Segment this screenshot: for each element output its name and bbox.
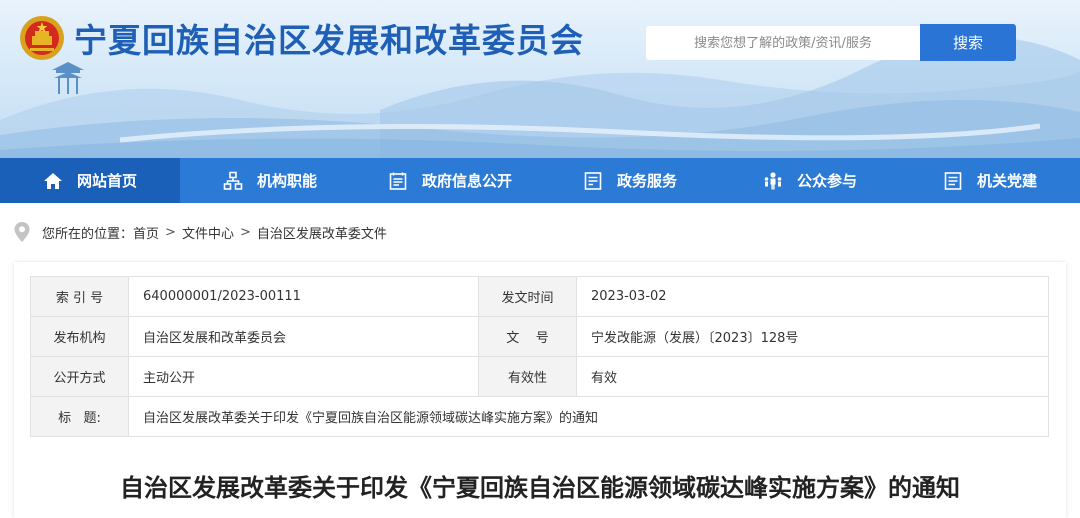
site-title[interactable]: 宁夏回族自治区发展和改革委员会 (74, 14, 584, 62)
search-button[interactable]: 搜索 (920, 24, 1016, 61)
search-input[interactable] (646, 26, 920, 60)
meta-label-validity: 有效性 (478, 356, 577, 397)
meta-label-disclosure: 公开方式 (30, 356, 129, 397)
meta-value-validity: 有效 (576, 356, 1049, 397)
nav-item-public-participation[interactable]: 公众参与 (720, 158, 900, 203)
meta-label-doc-number: 文 号 (478, 316, 577, 357)
nav-item-label: 政务服务 (616, 172, 677, 190)
document-list-icon (388, 171, 408, 191)
meta-value-index: 640000001/2023-00111 (128, 276, 479, 317)
main-nav: 网站首页 机构职能 政府信息公开 政务服务 公众参与 机关党建 (0, 158, 1080, 203)
meta-label-index: 索 引 号 (30, 276, 129, 317)
table-row: 公开方式 主动公开 有效性 有效 (30, 356, 1049, 397)
pavilion-icon (52, 62, 84, 94)
meta-label-title: 标 题: (30, 396, 129, 437)
table-row: 标 题: 自治区发展改革委关于印发《宁夏回族自治区能源领域碳达峰实施方案》的通知 (30, 396, 1049, 437)
nav-item-org[interactable]: 机构职能 (180, 158, 360, 203)
header-banner: 宁夏回族自治区发展和改革委员会 搜索 (0, 0, 1080, 158)
breadcrumb: 您所在的位置： 首页 > 文件中心 > 自治区发展改革委文件 (14, 222, 387, 242)
home-icon (43, 171, 63, 191)
service-list-icon (583, 171, 603, 191)
meta-value-title: 自治区发展改革委关于印发《宁夏回族自治区能源领域碳达峰实施方案》的通知 (128, 396, 1049, 437)
content-panel: 索 引 号 640000001/2023-00111 发文时间 2023-03-… (14, 262, 1066, 518)
breadcrumb-file-center-link[interactable]: 文件中心 (182, 223, 234, 242)
nav-item-label: 公众参与 (796, 172, 857, 190)
meta-label-date: 发文时间 (478, 276, 577, 317)
meta-label-publisher: 发布机构 (30, 316, 129, 357)
location-pin-icon (14, 222, 30, 242)
people-icon (763, 171, 783, 191)
meta-value-disclosure: 主动公开 (128, 356, 479, 397)
nav-item-label: 机构职能 (256, 172, 317, 190)
table-row: 发布机构 自治区发展和改革委员会 文 号 宁发改能源（发展）〔2023〕128号 (30, 316, 1049, 357)
meta-value-date: 2023-03-02 (576, 276, 1049, 317)
breadcrumb-current-link[interactable]: 自治区发展改革委文件 (257, 223, 387, 242)
document-title: 自治区发展改革委关于印发《宁夏回族自治区能源领域碳达峰实施方案》的通知 (120, 474, 960, 502)
breadcrumb-separator: > (165, 224, 176, 240)
nav-item-label: 网站首页 (76, 172, 137, 190)
org-chart-icon (223, 171, 243, 191)
party-building-icon (943, 171, 963, 191)
nav-item-label: 机关党建 (976, 172, 1037, 190)
table-row: 索 引 号 640000001/2023-00111 发文时间 2023-03-… (30, 276, 1049, 317)
meta-value-publisher: 自治区发展和改革委员会 (128, 316, 479, 357)
nav-item-gov-service[interactable]: 政务服务 (540, 158, 720, 203)
nav-item-party-building[interactable]: 机关党建 (900, 158, 1080, 203)
breadcrumb-separator: > (239, 224, 251, 240)
nav-item-info-disclosure[interactable]: 政府信息公开 (360, 158, 540, 203)
breadcrumb-home-link[interactable]: 首页 (133, 223, 159, 242)
national-emblem-icon (20, 16, 64, 60)
breadcrumb-prefix: 您所在的位置： (42, 226, 134, 242)
nav-item-home[interactable]: 网站首页 (0, 158, 180, 203)
nav-item-label: 政府信息公开 (421, 172, 512, 190)
meta-value-doc-number: 宁发改能源（发展）〔2023〕128号 (576, 316, 1049, 357)
document-meta-table: 索 引 号 640000001/2023-00111 发文时间 2023-03-… (30, 276, 1049, 437)
